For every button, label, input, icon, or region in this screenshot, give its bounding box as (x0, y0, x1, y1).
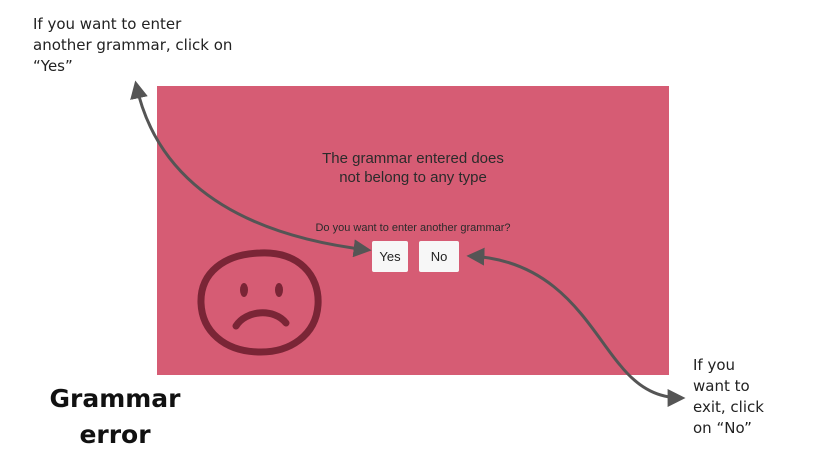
error-message: The grammar entered does not belong to a… (322, 150, 504, 186)
annotation-no-hint: If you want to exit, click on “No” (693, 356, 764, 437)
caption-title: Grammar error (49, 384, 181, 449)
annotation-yes-hint: If you want to enter another grammar, cl… (33, 15, 233, 75)
retry-question: Do you want to enter another grammar? (315, 222, 511, 234)
sad-face-icon (197, 249, 322, 356)
yes-button[interactable]: Yes (372, 241, 408, 272)
error-dialog: The grammar entered does not belong to a… (157, 86, 669, 375)
no-button[interactable]: No (419, 241, 459, 272)
